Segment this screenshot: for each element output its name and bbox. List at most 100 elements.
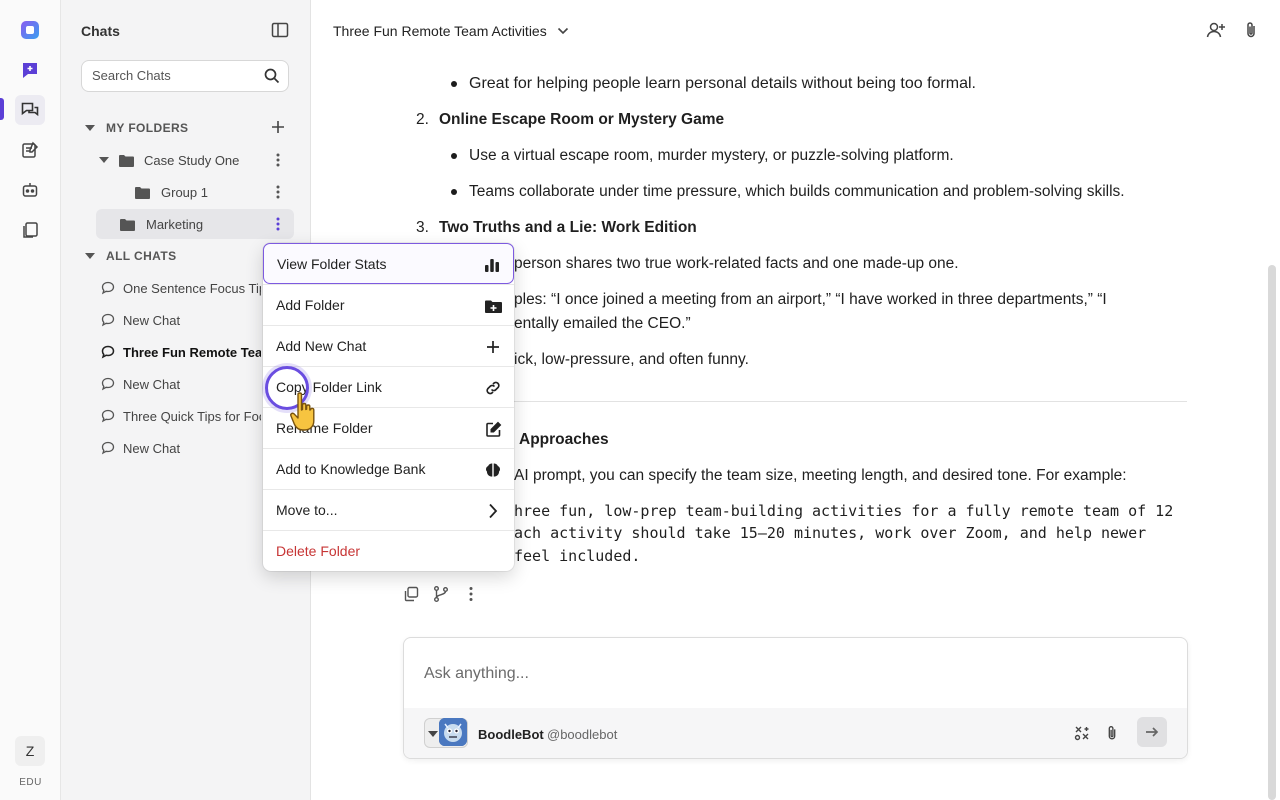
chat-title-label: Three Fun Remote Team Activities xyxy=(333,23,547,39)
notes-icon[interactable] xyxy=(15,135,45,165)
chat-list-item[interactable]: New Chat xyxy=(101,370,261,398)
edit-icon xyxy=(484,420,502,438)
menu-add-to-knowledge-bank[interactable]: Add to Knowledge Bank xyxy=(263,448,514,489)
section-divider xyxy=(403,401,1187,402)
folder-case-study-one[interactable]: Case Study One xyxy=(99,146,295,174)
bot-handle: @boodlebot xyxy=(547,727,618,742)
clear-tools-icon[interactable] xyxy=(1073,724,1091,747)
bullet xyxy=(451,153,457,159)
documents-icon[interactable] xyxy=(15,215,45,245)
caret-down-icon xyxy=(428,731,438,737)
chat-list-item-active[interactable]: Three Fun Remote Team Activities xyxy=(101,338,261,366)
menu-view-folder-stats[interactable]: View Folder Stats xyxy=(263,243,514,284)
chat-bubble-icon xyxy=(101,377,115,391)
folder-options-icon[interactable] xyxy=(270,184,286,200)
icon-rail: Z EDU xyxy=(0,0,61,800)
bot-icon[interactable] xyxy=(15,175,45,205)
chat-title: One Sentence Focus Tip xyxy=(123,280,261,296)
chat-list-item[interactable]: One Sentence Focus Tip xyxy=(101,274,261,302)
folder-options-icon[interactable] xyxy=(270,152,286,168)
message-text: ick, low-pressure, and often funny. xyxy=(514,351,749,368)
caret-down-icon xyxy=(99,157,109,163)
message-text: Great for helping people learn personal … xyxy=(469,75,976,92)
more-options-icon[interactable] xyxy=(462,585,480,603)
chat-title: New Chat xyxy=(123,376,181,392)
message-composer: BoodleBot @boodlebot xyxy=(403,637,1188,759)
folder-label: Group 1 xyxy=(161,184,208,200)
scrollbar[interactable] xyxy=(1268,265,1276,800)
menu-item-label: View Folder Stats xyxy=(277,255,387,272)
folder-label: Case Study One xyxy=(144,152,240,168)
all-chats-label: ALL CHATS xyxy=(106,249,177,263)
chat-title-dropdown[interactable]: Three Fun Remote Team Activities xyxy=(333,23,569,39)
message-text: Teams collaborate under time pressure, w… xyxy=(469,183,1125,200)
folder-marketing[interactable]: Marketing xyxy=(96,209,294,239)
menu-item-label: Add to Knowledge Bank xyxy=(276,461,426,477)
rail-active-indicator xyxy=(0,98,4,120)
search-input[interactable] xyxy=(92,68,252,83)
menu-item-label: Add Folder xyxy=(276,297,345,313)
code-line: ach activity should take 15–20 minutes, … xyxy=(514,524,1147,542)
menu-add-folder[interactable]: Add Folder xyxy=(263,284,514,325)
collapse-sidebar-icon[interactable] xyxy=(270,20,290,40)
attachment-icon[interactable] xyxy=(1241,20,1261,40)
folder-icon xyxy=(135,186,150,199)
chat-title: Three Fun Remote Team Activities xyxy=(123,344,261,360)
message-input[interactable] xyxy=(424,665,1124,683)
chevron-right-icon xyxy=(484,502,502,520)
chat-list-item[interactable]: Three Quick Tips for Focus xyxy=(101,402,261,430)
list-item-title: Two Truths and a Lie: Work Edition xyxy=(439,219,697,236)
chat-header: Three Fun Remote Team Activities xyxy=(312,0,1280,60)
chat-bubble-icon xyxy=(101,281,115,295)
folder-label: Marketing xyxy=(146,216,204,232)
new-chat-icon[interactable] xyxy=(15,55,45,85)
menu-move-to[interactable]: Move to... xyxy=(263,489,514,530)
edu-label: EDU xyxy=(19,777,42,788)
add-folder-plus-icon[interactable] xyxy=(270,119,286,135)
copy-icon[interactable] xyxy=(402,585,420,603)
bot-avatar xyxy=(439,718,467,746)
brain-icon xyxy=(484,461,502,479)
chat-list-item[interactable]: New Chat xyxy=(101,306,261,334)
chat-list-item[interactable]: New Chat xyxy=(101,434,261,462)
message-text: entally emailed the CEO.” xyxy=(514,315,691,332)
add-user-icon[interactable] xyxy=(1206,20,1226,40)
caret-down-icon xyxy=(85,253,95,259)
composer-attachment-icon[interactable] xyxy=(1103,724,1121,747)
folder-plus-icon xyxy=(484,297,502,315)
branch-icon[interactable] xyxy=(432,585,450,603)
composer-toolbar: BoodleBot @boodlebot xyxy=(404,708,1187,758)
arrow-right-icon xyxy=(1146,727,1159,737)
app-logo-icon[interactable] xyxy=(15,15,45,45)
code-line: hree fun, low-prep team-building activit… xyxy=(514,502,1174,520)
code-line: feel included. xyxy=(514,547,641,565)
menu-item-label: Delete Folder xyxy=(276,543,361,559)
chat-title: New Chat xyxy=(123,440,181,456)
chat-bubble-icon xyxy=(101,409,115,423)
send-button[interactable] xyxy=(1137,717,1167,747)
list-number: 3. xyxy=(416,219,429,236)
folder-options-icon-active[interactable] xyxy=(270,216,286,232)
user-avatar[interactable]: Z xyxy=(15,736,45,766)
menu-item-label: Add New Chat xyxy=(276,338,367,354)
plus-icon xyxy=(484,338,502,356)
bar-chart-icon xyxy=(483,256,501,274)
chats-icon[interactable] xyxy=(15,95,45,125)
menu-add-new-chat[interactable]: Add New Chat xyxy=(263,325,514,366)
bullet xyxy=(451,81,457,87)
message-text: ples: “I once joined a meeting from an a… xyxy=(514,291,1107,308)
all-chats-header[interactable]: ALL CHATS xyxy=(85,249,177,263)
menu-item-label: Move to... xyxy=(276,502,338,518)
list-item-title: Online Escape Room or Mystery Game xyxy=(439,111,725,128)
chevron-down-icon xyxy=(557,27,568,35)
menu-delete-folder[interactable]: Delete Folder xyxy=(263,530,514,571)
folder-icon xyxy=(119,154,134,167)
folder-icon xyxy=(120,218,135,231)
search-icon[interactable] xyxy=(264,68,280,89)
my-folders-header[interactable]: MY FOLDERS xyxy=(85,121,188,135)
chat-bubble-icon xyxy=(101,441,115,455)
caret-down-icon xyxy=(85,125,95,131)
list-number: 2. xyxy=(416,111,429,128)
hand-cursor-icon xyxy=(289,390,321,436)
chat-bubble-icon xyxy=(101,345,115,359)
